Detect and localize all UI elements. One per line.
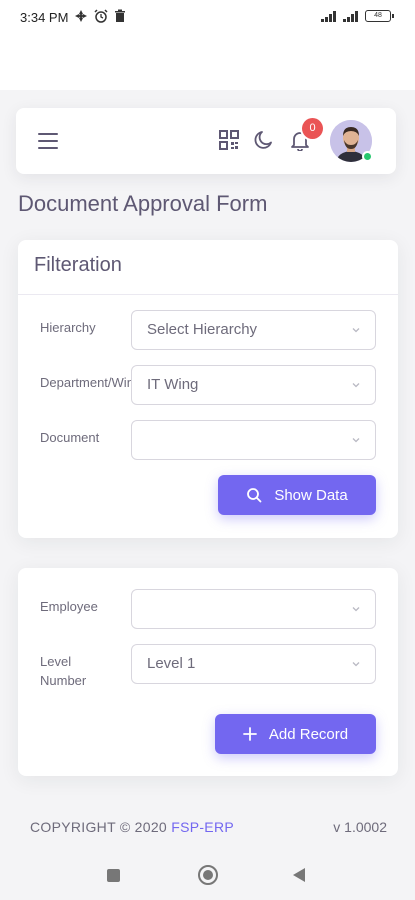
card-divider	[18, 294, 398, 295]
system-nav-bar	[0, 848, 415, 900]
moon-icon[interactable]	[253, 129, 275, 151]
alarm-icon	[94, 9, 108, 23]
chevron-down-icon	[352, 328, 360, 333]
hierarchy-label: Hierarchy	[40, 320, 96, 335]
online-status-dot	[362, 151, 373, 162]
notification-badge: 0	[302, 118, 323, 139]
level-number-label: Level Number	[40, 654, 87, 688]
back-button[interactable]	[293, 868, 305, 882]
record-card: Employee Level Number Level 1 Add Record	[18, 568, 398, 776]
show-data-label: Show Data	[274, 486, 348, 504]
department-select-value: IT Wing	[147, 376, 199, 393]
chevron-down-icon	[352, 607, 360, 612]
department-label: Department/Wing	[40, 375, 132, 390]
add-record-button[interactable]: Add Record	[215, 714, 376, 754]
signal-icon	[321, 10, 337, 22]
add-record-label: Add Record	[268, 725, 349, 743]
employee-select[interactable]	[131, 589, 376, 629]
signal-4g-icon	[343, 10, 359, 22]
level-number-select[interactable]: Level 1	[131, 644, 376, 684]
chevron-down-icon	[352, 662, 360, 667]
plus-icon	[242, 727, 257, 741]
version-text: v 1.0002	[333, 819, 387, 835]
status-time: 3:34 PM	[20, 10, 69, 25]
department-select[interactable]: IT Wing	[131, 365, 376, 405]
recents-button[interactable]	[107, 869, 120, 882]
battery-icon: 48	[365, 10, 394, 22]
chevron-down-icon	[352, 383, 360, 388]
home-button[interactable]	[198, 865, 218, 885]
document-label: Document	[40, 430, 100, 445]
employee-label: Employee	[40, 599, 98, 614]
filter-card-title: Filteration	[34, 254, 122, 276]
chevron-down-icon	[352, 438, 360, 443]
show-data-button[interactable]: Show Data	[218, 475, 376, 515]
level-number-select-value: Level 1	[147, 655, 196, 672]
qr-code-icon[interactable]	[218, 129, 240, 151]
trash-icon	[115, 9, 125, 22]
brand-link[interactable]: FSP-ERP	[171, 819, 234, 835]
status-icons	[74, 9, 126, 23]
copyright-prefix: COPYRIGHT © 2020	[30, 819, 168, 835]
fan-icon	[75, 10, 87, 22]
menu-icon[interactable]	[38, 133, 60, 149]
search-icon	[247, 488, 262, 503]
hierarchy-select[interactable]: Select Hierarchy	[131, 310, 376, 350]
copyright-text: COPYRIGHT © 2020 FSP-ERP	[30, 819, 234, 835]
status-right-icons: 48	[321, 10, 394, 22]
hierarchy-select-value: Select Hierarchy	[147, 321, 258, 338]
status-bar: 3:34 PM 48	[0, 0, 415, 90]
page-title: Document Approval Form	[18, 191, 268, 216]
document-select[interactable]	[131, 420, 376, 460]
filter-card: Filteration Hierarchy Select Hierarchy D…	[18, 240, 398, 538]
